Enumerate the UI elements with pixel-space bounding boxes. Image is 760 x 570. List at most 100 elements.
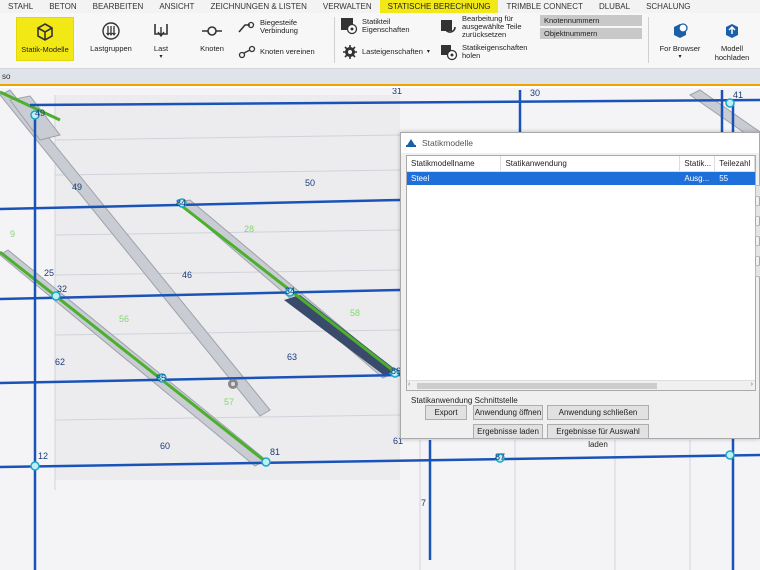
modell-hochladen-button[interactable]: Modell hochladen xyxy=(710,21,754,62)
side-tool-button[interactable] xyxy=(755,225,760,237)
biegesteife-verbindung-button[interactable]: Biegesteife Verbindung xyxy=(238,19,318,35)
tab-dlubal[interactable]: DLUBAL xyxy=(591,0,638,13)
viewport-label: 60 xyxy=(160,441,170,451)
ergebnisse-auswahl-laden-button[interactable]: Ergebnisse für Auswahl laden xyxy=(547,424,649,449)
viewport-label: 57 xyxy=(224,397,234,407)
tab-stahl[interactable]: STAHL xyxy=(0,0,41,13)
anwendung-oeffnen-button[interactable]: Anwendung öffnen xyxy=(473,405,543,420)
viewport-label: 46 xyxy=(182,270,192,280)
horizontal-scrollbar[interactable]: ‹ › xyxy=(407,380,755,390)
lastgruppen-button[interactable]: Lastgruppen xyxy=(86,21,136,53)
viewport-label: 49 xyxy=(72,182,82,192)
export-button[interactable]: Export xyxy=(425,405,467,420)
statikmodelle-dialog: Statikmodelle Statikmodellname Statikanw… xyxy=(400,132,760,449)
knoten-vereinen-label: Knoten vereinen xyxy=(260,47,315,56)
knoten-vereinen-button[interactable]: Knoten vereinen xyxy=(238,45,328,59)
tab-zeichnungen-listen[interactable]: ZEICHNUNGEN & LISTEN xyxy=(202,0,314,13)
dialog-title: Statikmodelle xyxy=(422,138,474,148)
ribbon: Statik-Modelle Lastgruppen Last ▾ Knoten… xyxy=(0,13,760,69)
chevron-down-icon: ▾ xyxy=(159,54,163,60)
anwendung-schliessen-button[interactable]: Anwendung schließen xyxy=(547,405,649,420)
lastgruppen-label: Lastgruppen xyxy=(90,44,132,53)
tab-statische-berechnung[interactable]: STATISCHE BERECHNUNG xyxy=(379,0,499,13)
ergebnisse-laden-button[interactable]: Ergebnisse laden xyxy=(473,424,543,439)
reset-icon xyxy=(441,20,456,33)
table-row[interactable]: Steel Ausg... 55 xyxy=(407,172,755,185)
statikeigenschaften-holen-button[interactable]: Statikeigenschaften holen xyxy=(440,43,536,61)
viewport-label: 56 xyxy=(119,314,129,324)
upload-model-icon xyxy=(726,24,738,38)
viewport-label: 85 xyxy=(156,373,166,383)
viewport-label: 58 xyxy=(350,308,360,318)
viewport-label: 31 xyxy=(392,88,402,96)
ribbon-tab-bar: STAHL BETON BEARBEITEN ANSICHT ZEICHNUNGEN &… xyxy=(0,0,760,13)
statikteil-eigenschaften-button[interactable]: Statikteil Eigenschaften xyxy=(340,17,435,35)
viewport-label: 34 xyxy=(285,286,295,296)
viewport-label: 30 xyxy=(530,88,540,98)
view-title-strip: so xyxy=(0,69,760,86)
statik-modelle-button[interactable]: Statik-Modelle xyxy=(16,17,74,61)
tab-verwalten[interactable]: VERWALTEN xyxy=(315,0,380,13)
knoten-button[interactable]: Knoten xyxy=(194,21,230,53)
tab-beton[interactable]: BETON xyxy=(41,0,84,13)
side-tool-button[interactable] xyxy=(755,265,760,277)
statikteil-label: Statikteil Eigenschaften xyxy=(362,17,410,34)
viewport-label: 62 xyxy=(55,357,65,367)
statikeigenschaften-label: Statikeigenschaften holen xyxy=(462,43,528,60)
viewport-label: 32 xyxy=(57,284,67,294)
viewport-label: 84 xyxy=(176,198,186,208)
scroll-left-icon[interactable]: ‹ xyxy=(408,381,410,388)
app-logo-icon xyxy=(406,139,416,147)
column-header[interactable]: Statik... xyxy=(680,156,716,171)
viewport-label: 25 xyxy=(44,268,54,278)
side-tool-button[interactable] xyxy=(755,245,760,257)
tab-bearbeiten[interactable]: BEARBEITEN xyxy=(85,0,152,13)
lasteigenschaften-button[interactable]: Lasteigenschaften ▾ xyxy=(342,44,437,60)
viewport-label: 87 xyxy=(495,452,505,462)
rigid-connection-icon xyxy=(238,21,255,33)
side-tool-button[interactable] xyxy=(755,205,760,217)
bearbeitung-zuruecksetzen-button[interactable]: Bearbeitung für ausgewählte Teile zurück… xyxy=(440,15,536,39)
biegesteife-label: Biegesteife Verbindung xyxy=(260,18,298,35)
browser-export-icon xyxy=(674,23,688,38)
viewport-label: 41 xyxy=(733,90,743,100)
chevron-down-icon: ▾ xyxy=(426,49,430,55)
viewport-label: 50 xyxy=(305,178,315,188)
viewport-label: 81 xyxy=(270,447,280,457)
viewport-label: 7 xyxy=(421,498,426,508)
scrollbar-thumb[interactable] xyxy=(417,383,657,389)
viewport-label: 12 xyxy=(38,451,48,461)
ribbon-separator xyxy=(648,17,649,63)
dialog-title-bar: Statikmodelle xyxy=(401,133,759,153)
viewport-label: 49 xyxy=(35,108,45,118)
column-header[interactable]: Statikanwendung xyxy=(501,156,681,171)
for-browser-button[interactable]: For Browser ▾ xyxy=(656,21,704,60)
for-browser-label: For Browser xyxy=(659,44,701,53)
chevron-down-icon: ▾ xyxy=(678,54,682,60)
column-header[interactable]: Statikmodellname xyxy=(407,156,502,171)
cube-icon xyxy=(37,23,53,41)
view-name-label: so xyxy=(2,72,11,81)
tab-trimble-connect[interactable]: TRIMBLE CONNECT xyxy=(498,0,590,13)
scroll-right-icon[interactable]: › xyxy=(751,381,753,388)
viewport-label: 63 xyxy=(287,352,297,362)
fetch-properties-icon xyxy=(441,45,458,61)
modell-hochladen-label: Modell hochladen xyxy=(714,44,750,62)
tab-ansicht[interactable]: ANSICHT xyxy=(151,0,202,13)
knotennummern-toggle[interactable]: Knotennummern xyxy=(540,15,642,26)
tab-schalung[interactable]: SCHALUNG xyxy=(638,0,698,13)
column-header[interactable]: Teilezahl xyxy=(715,156,755,171)
cell-status: Ausg... xyxy=(684,174,710,183)
objektnummern-toggle[interactable]: Objektnummern xyxy=(540,28,642,39)
table-header: Statikmodellname Statikanwendung Statik.… xyxy=(407,156,755,172)
part-properties-icon xyxy=(341,18,358,35)
last-button[interactable]: Last ▾ xyxy=(144,21,178,60)
gear-icon xyxy=(343,45,357,59)
load-icon xyxy=(154,24,168,38)
load-group-icon xyxy=(102,22,120,40)
side-tool-button[interactable] xyxy=(755,185,760,197)
bearbeitung-label: Bearbeitung für ausgewählte Teile zurück… xyxy=(462,14,522,39)
section-label: Statikanwendung Schnittstelle xyxy=(411,396,518,405)
lasteigenschaften-label: Lasteigenschaften xyxy=(362,47,423,56)
viewport-label: 28 xyxy=(244,224,254,234)
